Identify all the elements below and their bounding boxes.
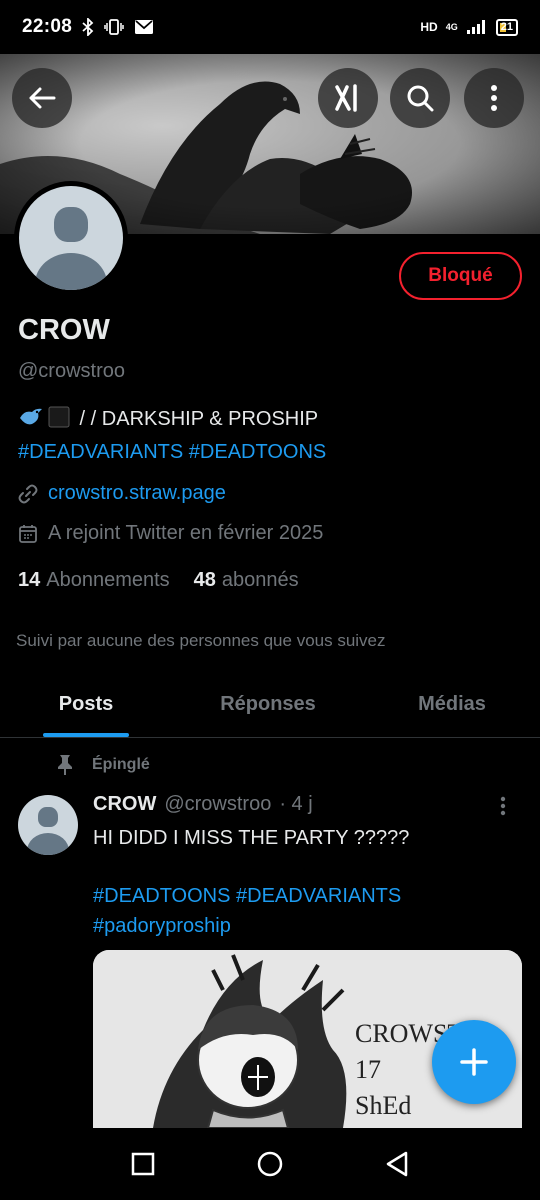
post-more-button[interactable]	[500, 796, 506, 821]
media-caption-text: ShEd	[355, 1091, 411, 1120]
post-header: CROW @crowstroo · 4 j	[93, 793, 313, 816]
follow-stats: 14 Abonnements 48 abonnés	[18, 569, 299, 592]
more-options-button[interactable]	[464, 68, 524, 128]
system-nav-bar	[0, 1128, 540, 1200]
status-time: 22:08	[22, 16, 73, 37]
recents-square-icon[interactable]	[130, 1151, 156, 1177]
profile-display-name: CROW	[18, 314, 110, 346]
following-link[interactable]: 14 Abonnements	[18, 569, 170, 592]
pin-icon	[58, 755, 72, 775]
search-button[interactable]	[390, 68, 450, 128]
vibrate-icon	[104, 19, 124, 35]
profile-avatar[interactable]	[14, 181, 128, 295]
back-arrow-icon	[29, 87, 56, 109]
profile-bio: / / DARKSHIP & PROSHIP #DEADVARIANTS #DE…	[18, 404, 528, 467]
bio-text: / / DARKSHIP & PROSHIP	[74, 408, 319, 430]
back-triangle-icon[interactable]	[384, 1150, 410, 1178]
tab-posts[interactable]: Posts	[0, 672, 172, 737]
post-time: · 4 j	[279, 793, 313, 815]
mail-icon	[135, 20, 154, 34]
more-vertical-icon	[491, 85, 497, 111]
home-circle-icon[interactable]	[255, 1149, 285, 1179]
signal-type: 4G	[445, 22, 458, 32]
black-square-emoji-icon	[48, 406, 70, 437]
plus-icon	[460, 1048, 488, 1076]
tab-media[interactable]: Médias	[364, 672, 540, 737]
profile-handle: @crowstroo	[18, 360, 125, 382]
profile-tabs: Posts Réponses Médias	[0, 672, 540, 738]
post-author-handle[interactable]: @crowstroo	[164, 793, 271, 816]
pinned-indicator: Épinglé	[56, 754, 150, 776]
link-icon	[18, 484, 40, 504]
pinned-label: Épinglé	[92, 756, 150, 773]
join-date-text: A rejoint Twitter en février 2025	[48, 522, 324, 544]
followers-link[interactable]: 48 abonnés	[194, 569, 299, 592]
bird-emoji-icon	[18, 406, 44, 437]
post-text: HI DIDD I MISS THE PARTY ?????	[93, 827, 410, 849]
compose-post-button[interactable]	[432, 1020, 516, 1104]
network-label: HD	[420, 20, 438, 34]
battery-icon: 21	[495, 18, 518, 36]
website-link[interactable]: crowstro.straw.page	[48, 482, 226, 505]
calendar-icon	[18, 524, 40, 544]
bluetooth-icon	[82, 18, 94, 36]
blocked-button[interactable]: Bloqué	[399, 252, 522, 300]
post-author-name[interactable]: CROW	[93, 793, 156, 816]
signal-icon	[466, 20, 485, 34]
profile-join-date: A rejoint Twitter en février 2025	[18, 522, 323, 545]
media-caption-text: 17	[355, 1055, 381, 1084]
post-hashtags[interactable]: #DEADTOONS #DEADVARIANTS #padoryproship	[93, 881, 513, 941]
back-button[interactable]	[12, 68, 72, 128]
post-author-avatar[interactable]	[18, 795, 78, 855]
profile-website[interactable]: crowstro.straw.page	[18, 482, 226, 505]
search-icon	[407, 85, 434, 112]
grok-icon	[335, 84, 357, 112]
tab-replies[interactable]: Réponses	[172, 672, 364, 737]
followed-by-text: Suivi par aucune des personnes que vous …	[16, 631, 386, 650]
bio-hashtags[interactable]: #DEADVARIANTS #DEADTOONS	[18, 437, 528, 467]
default-avatar-icon	[19, 186, 123, 290]
status-bar: 22:08 HD 4G 21	[0, 0, 540, 54]
more-vertical-icon	[500, 796, 506, 816]
grok-button[interactable]	[318, 68, 378, 128]
